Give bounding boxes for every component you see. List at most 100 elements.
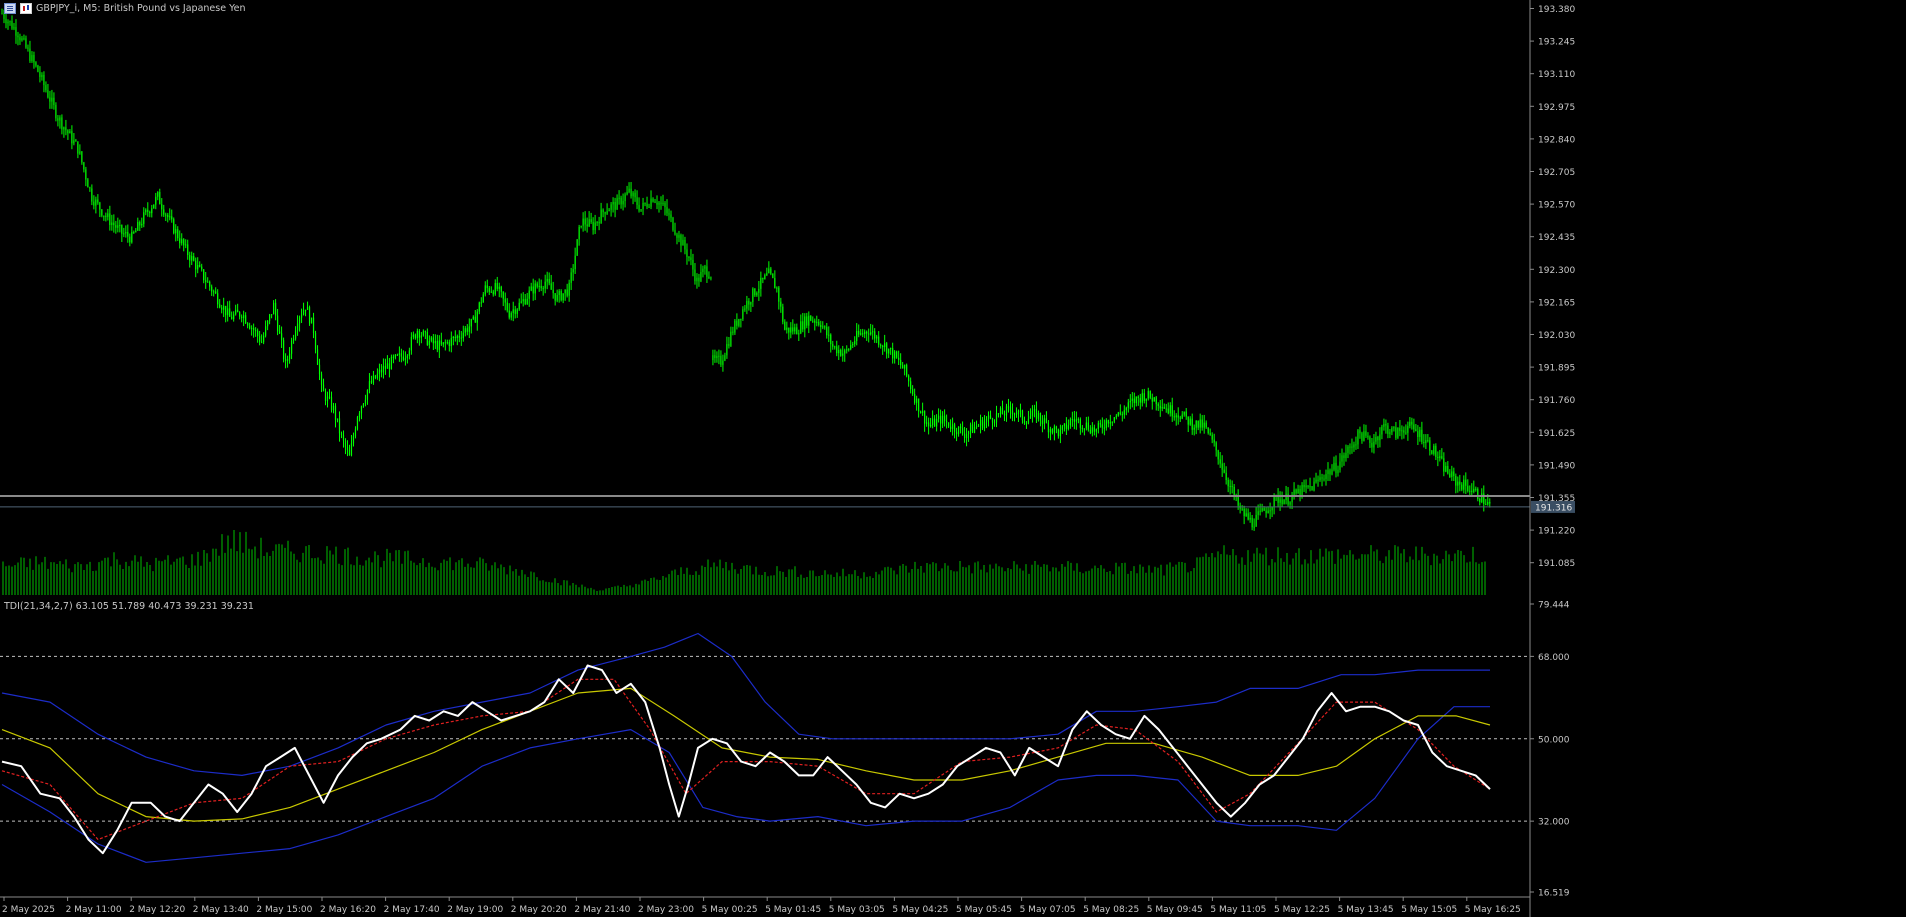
candle-body [1171, 405, 1173, 417]
candle-body [778, 287, 780, 302]
candle-body [356, 417, 359, 430]
trading-chart[interactable]: 191.316 193.380 193.245 193.110 192.975 192.… [0, 0, 1906, 917]
candle-body [814, 320, 816, 323]
candle-body [1095, 429, 1097, 432]
candle-body [284, 359, 287, 361]
candle-body [261, 341, 263, 343]
candle-body [514, 309, 516, 314]
candle-body [1079, 419, 1081, 428]
candle-body [536, 283, 538, 287]
candle-body [1411, 421, 1413, 425]
candle-body [272, 302, 275, 315]
candle-body [314, 332, 317, 350]
candle-body [129, 236, 131, 243]
candle-body [834, 346, 836, 348]
candle-body [1269, 510, 1271, 512]
candle-body [53, 97, 55, 106]
candle-body [1109, 422, 1111, 424]
indicator-tick-label: 32.000 [1538, 818, 1570, 828]
price-tick-label: 191.490 [1538, 461, 1575, 471]
candle-body [943, 415, 946, 422]
candle-body [1423, 441, 1425, 444]
candle-body [1213, 439, 1215, 443]
candle-body [636, 197, 638, 205]
price-tick-label: 193.380 [1538, 5, 1575, 15]
candle-body [858, 330, 860, 335]
candle-body [772, 273, 774, 278]
candle-body [656, 202, 658, 205]
candle-body [215, 291, 217, 294]
candle-body [151, 208, 153, 214]
candle-body [235, 309, 237, 315]
candle-body [1441, 456, 1443, 459]
chart-type-icon[interactable] [20, 2, 32, 14]
candle-body [822, 326, 824, 328]
candle-body [924, 410, 926, 424]
candle-body [1173, 416, 1175, 418]
candle-body [442, 342, 444, 345]
candle-body [432, 337, 434, 344]
candle-body [568, 282, 570, 296]
candle-body [1309, 486, 1311, 488]
candle-body [484, 285, 486, 295]
candle-body [456, 336, 458, 339]
candle-body [1103, 427, 1105, 429]
candle-body [255, 330, 257, 332]
candle-body [1341, 455, 1343, 462]
candle-body [796, 327, 798, 335]
candle-body [941, 415, 944, 424]
candle-body [556, 295, 558, 301]
candle-body [1127, 402, 1129, 408]
candle-body [239, 312, 241, 317]
candle-body [780, 301, 782, 307]
candle-body [860, 333, 862, 335]
candle-body [384, 366, 387, 369]
price-tick-label: 192.840 [1538, 135, 1575, 145]
window-menu-icon[interactable] [4, 2, 16, 14]
time-tick-label: 5 May 15:05 [1401, 905, 1457, 915]
price-tick-label: 192.435 [1538, 233, 1575, 243]
price-tick-label: 191.085 [1538, 559, 1575, 569]
price-tick-label: 192.570 [1538, 201, 1575, 211]
candle-body [440, 340, 442, 345]
candle-body [582, 218, 584, 226]
candle-body [376, 373, 379, 379]
candle-body [510, 312, 512, 318]
candle-body [322, 384, 325, 392]
candle-body [570, 272, 572, 283]
candle-body [1111, 421, 1113, 423]
candle-body [392, 356, 395, 358]
candle-body [83, 162, 85, 170]
candle-body [756, 292, 758, 296]
candle-body [1345, 452, 1347, 459]
candle-body [99, 202, 101, 210]
candle-body [197, 265, 199, 270]
candle-body [806, 316, 808, 326]
candle-body [1227, 480, 1229, 487]
candle-body [1361, 433, 1363, 441]
candle-body [268, 314, 271, 321]
candle-body [69, 131, 71, 134]
candle-body [710, 277, 712, 279]
candle-body [872, 331, 874, 333]
candle-body [620, 197, 622, 205]
candle-body [730, 331, 732, 346]
candle-body [450, 338, 452, 347]
candle-body [678, 235, 680, 238]
candle-body [764, 275, 766, 280]
candle-body [49, 97, 51, 102]
candle-body [454, 337, 456, 339]
candle-body [746, 301, 748, 309]
candle-body [1241, 508, 1243, 510]
candle-body [420, 335, 422, 338]
candle-body [1205, 422, 1207, 428]
candle-body [1107, 420, 1109, 424]
candle-body [47, 90, 49, 98]
candle-body [364, 399, 367, 404]
candle-body [1005, 406, 1008, 416]
candle-body [1135, 396, 1137, 404]
candle-body [612, 201, 614, 205]
candle-body [674, 230, 676, 235]
candle-body [263, 335, 265, 343]
candle-body [552, 289, 554, 294]
